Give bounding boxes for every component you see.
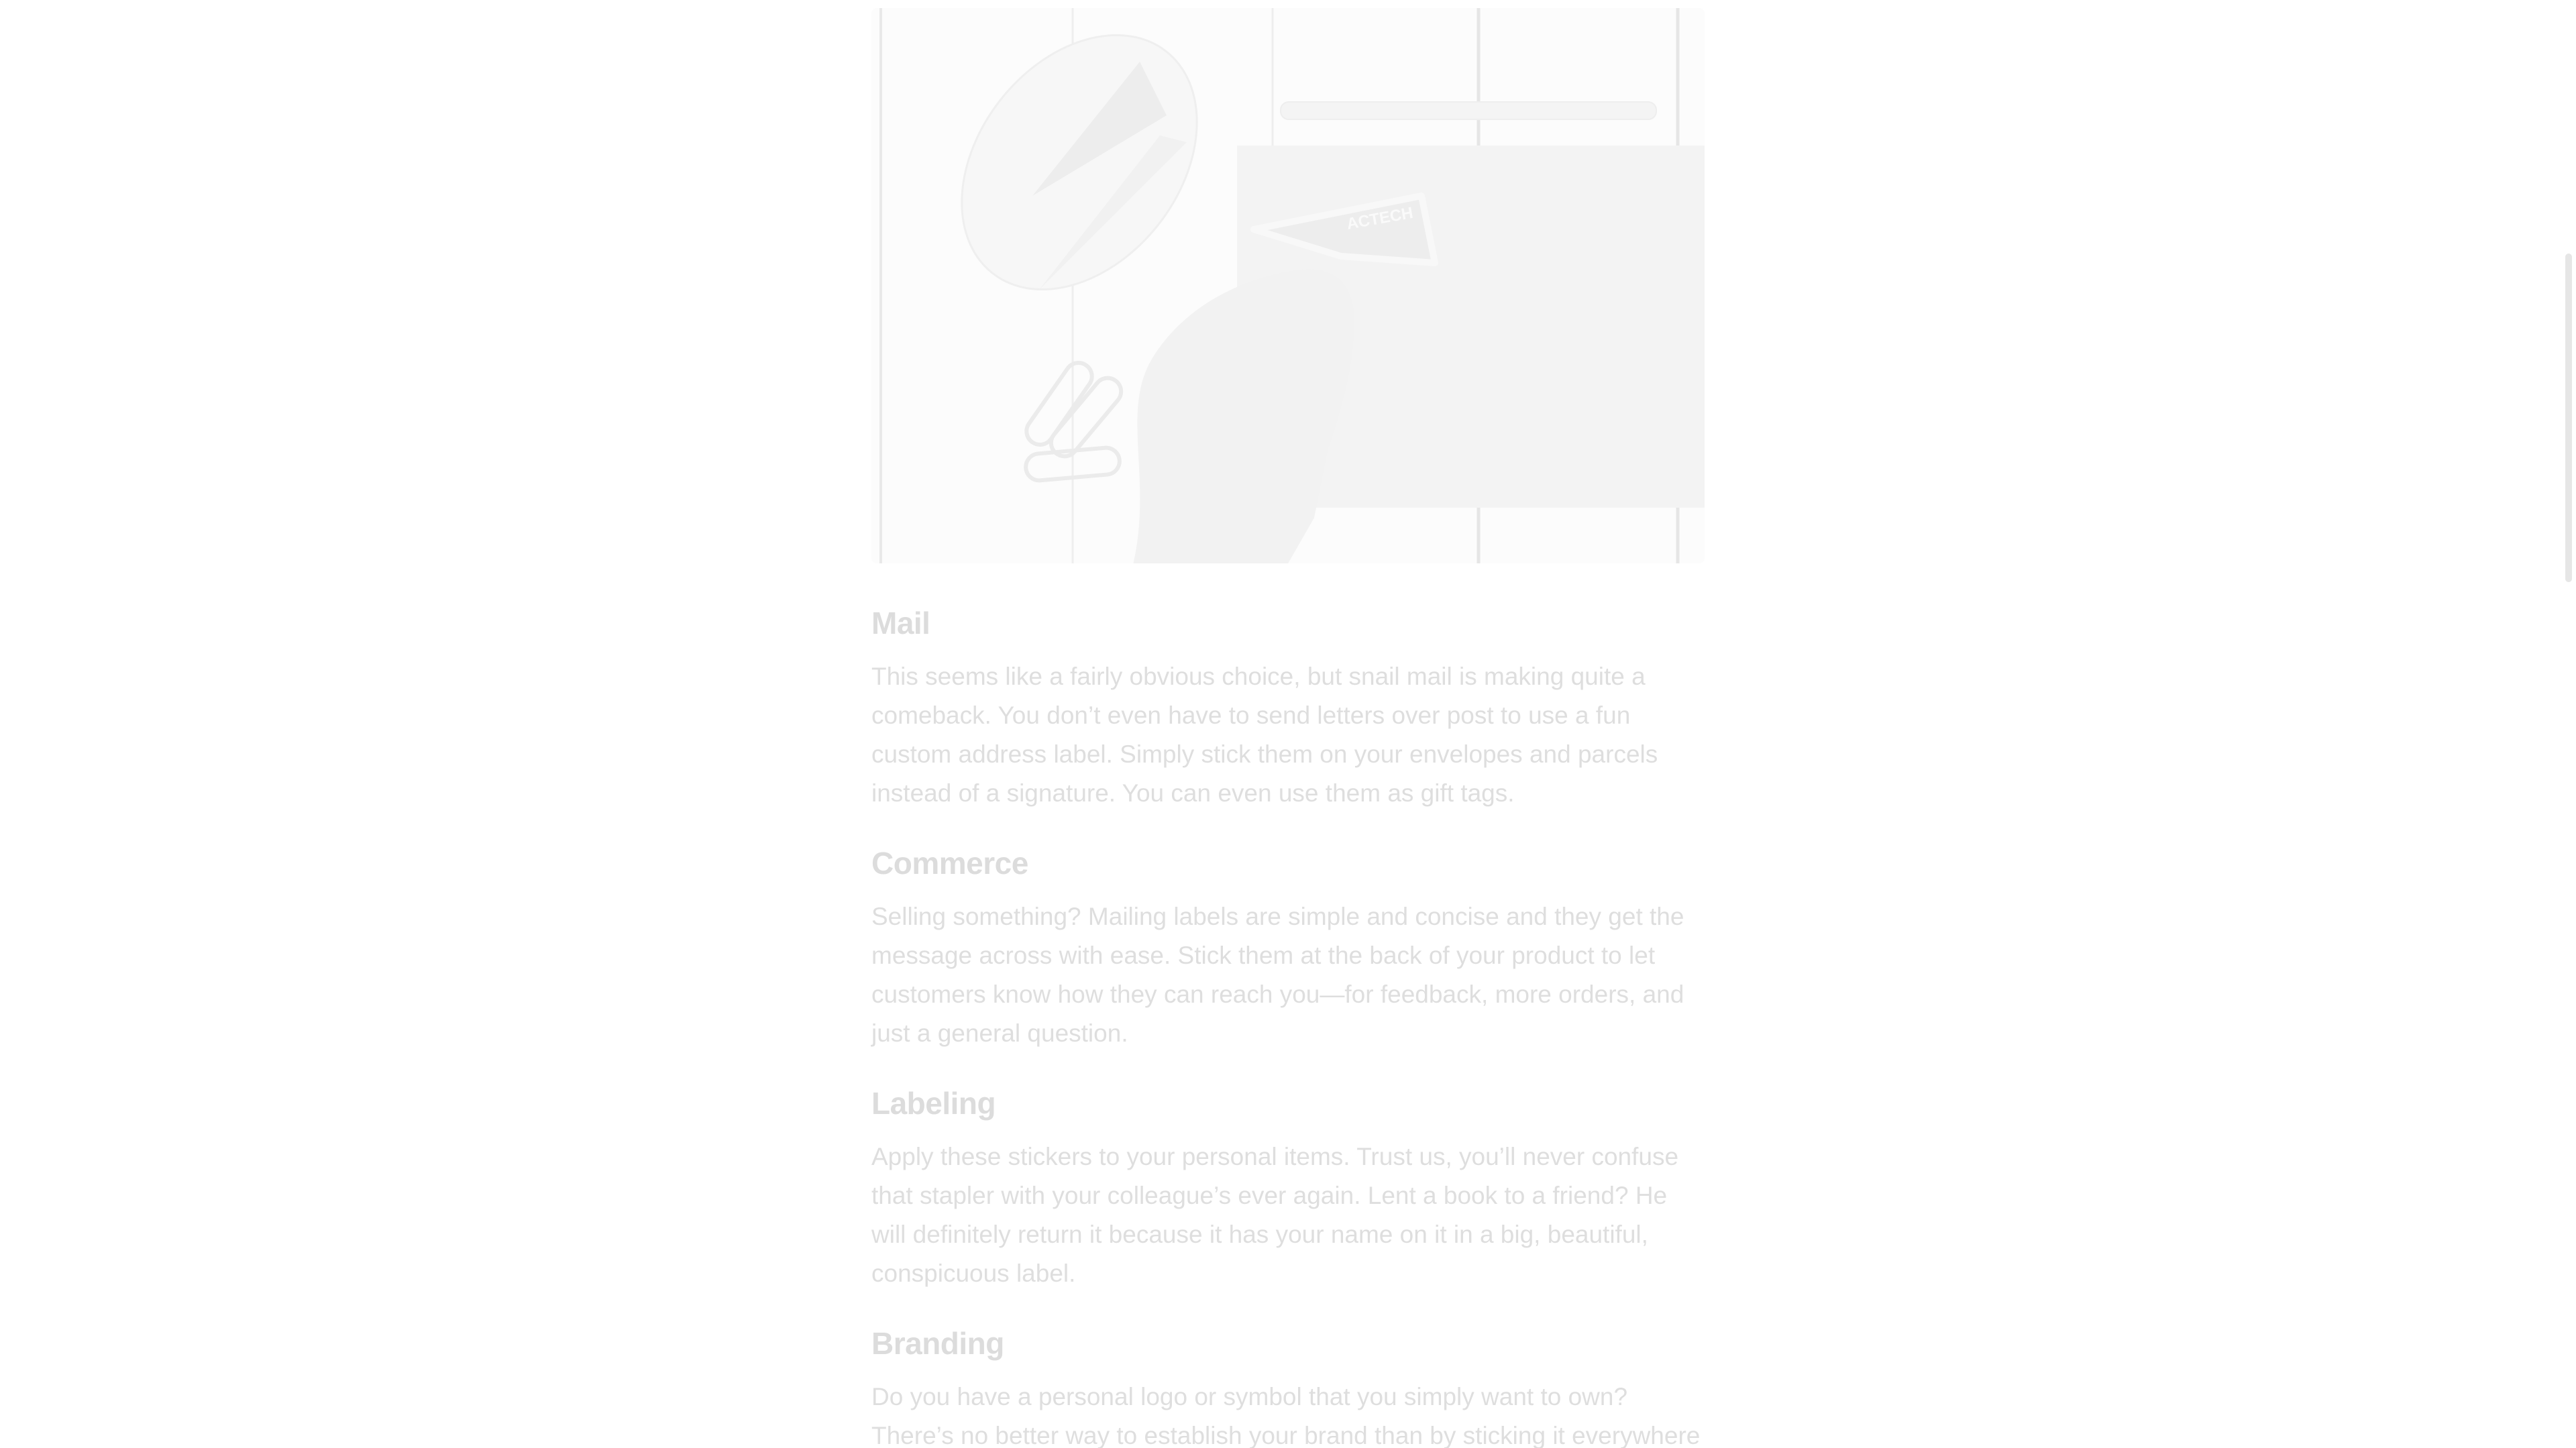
section-body-mail: This seems like a fairly obvious choice,… <box>871 663 1658 807</box>
section-heading-branding: Branding <box>871 1326 1004 1361</box>
scrollbar-track[interactable] <box>2559 0 2576 1448</box>
hero-photo-illustration: ACTECH <box>871 8 1705 563</box>
section-body-commerce: Selling something? Mailing labels are si… <box>871 903 1684 1047</box>
scrollbar-thumb[interactable] <box>2565 254 2572 582</box>
section-commerce: Commerce Selling something? Mailing labe… <box>871 844 1705 1053</box>
section-heading-labeling: Labeling <box>871 1086 996 1121</box>
hero-image: ACTECH <box>871 8 1705 563</box>
section-body-branding: Do you have a personal logo or symbol th… <box>871 1383 1701 1448</box>
section-mail: Mail This seems like a fairly obvious ch… <box>871 604 1705 813</box>
section-labeling: Labeling Apply these stickers to your pe… <box>871 1084 1705 1293</box>
section-heading-mail: Mail <box>871 606 930 641</box>
page: ACTECH Mail This seems like a fairly obv… <box>0 0 2576 1448</box>
section-heading-commerce: Commerce <box>871 846 1028 881</box>
section-body-labeling: Apply these stickers to your personal it… <box>871 1143 1679 1287</box>
section-branding: Branding Do you have a personal logo or … <box>871 1324 1705 1448</box>
